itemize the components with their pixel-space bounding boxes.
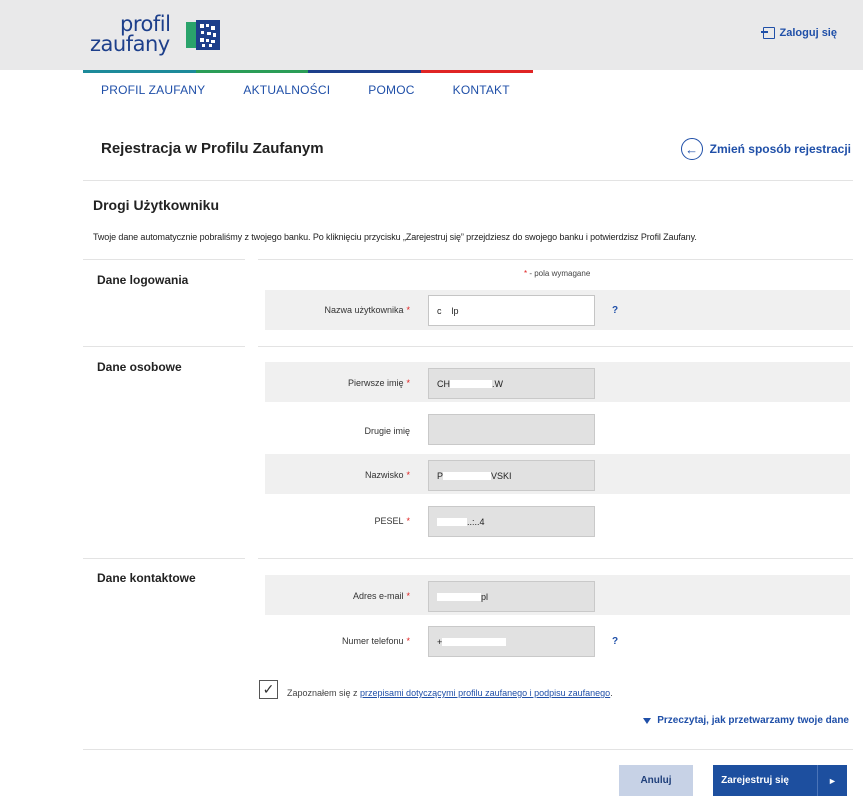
redacted-text: [443, 471, 492, 480]
required-note-text: - pola wymagane: [527, 269, 591, 278]
second-name-label: Drugie imię: [250, 426, 410, 436]
phone-field: +: [428, 626, 595, 657]
color-segment: [308, 70, 421, 73]
surname-field: P VSKI: [428, 460, 595, 491]
logo-mark-icon: [186, 20, 220, 50]
surname-label-text: Nazwisko: [364, 470, 404, 480]
divider: [83, 259, 245, 260]
header-bar: profil zaufany Zaloguj się: [0, 0, 863, 70]
divider: [83, 180, 853, 181]
email-label: Adres e-mail *: [250, 591, 410, 601]
required-star: *: [406, 378, 410, 388]
divider: [258, 259, 853, 260]
second-name-label-text: Drugie imię: [364, 426, 410, 436]
required-star: *: [406, 636, 410, 646]
login-link[interactable]: Zaloguj się: [760, 27, 837, 39]
nav-item-pomoc[interactable]: POMOC: [368, 83, 414, 97]
redacted-text: [450, 379, 492, 388]
username-field[interactable]: c lp: [428, 295, 595, 326]
username-help-icon[interactable]: ?: [612, 305, 618, 316]
login-icon: [760, 27, 775, 39]
email-value-end: pl: [481, 591, 489, 602]
logo-text-zaufany: zaufany: [90, 32, 170, 56]
phone-help-icon[interactable]: ?: [612, 636, 618, 647]
register-label: Zarejestruj się: [721, 775, 789, 786]
color-segment: [83, 70, 196, 73]
redacted-text: [437, 517, 467, 526]
section-label-personal: Dane osobowe: [97, 360, 182, 374]
email-field: pl: [428, 581, 595, 612]
required-star: *: [406, 470, 410, 480]
change-method-label: Zmień sposób rejestracji: [709, 142, 851, 156]
data-processing-link[interactable]: Przeczytaj, jak przetwarzamy twoje dane: [643, 715, 849, 726]
divider: [83, 346, 245, 347]
username-value-end: lp: [451, 305, 459, 316]
pesel-field: ..:..4: [428, 506, 595, 537]
pesel-label-text: PESEL: [374, 516, 404, 526]
phone-label: Numer telefonu *: [250, 636, 410, 646]
arrow-left-icon: ←: [680, 138, 703, 160]
nav-item-aktualnosci[interactable]: AKTUALNOŚCI: [243, 83, 330, 97]
second-name-field: [428, 414, 595, 445]
first-name-value-start: CH: [437, 378, 450, 389]
consent-period: .: [610, 688, 613, 698]
page-title: Rejestracja w Profilu Zaufanym: [101, 140, 324, 157]
nav-item-profil-zaufany[interactable]: PROFIL ZAUFANY: [101, 83, 205, 97]
pesel-label: PESEL *: [250, 516, 410, 526]
section-label-login: Dane logowania: [97, 273, 189, 287]
required-star: *: [406, 591, 410, 601]
cancel-button[interactable]: Anuluj: [619, 765, 693, 796]
divider: [83, 558, 245, 559]
divider: [258, 346, 853, 347]
consent-checkbox[interactable]: ✓: [259, 680, 278, 699]
main-nav: PROFIL ZAUFANY AKTUALNOŚCI POMOC KONTAKT: [101, 83, 510, 97]
pesel-value-end: ..:..4: [467, 516, 485, 527]
phone-label-text: Numer telefonu: [341, 636, 404, 646]
triangle-down-icon: [643, 717, 652, 724]
regulations-link[interactable]: przepisami dotyczącymi profilu zaufanego…: [360, 688, 610, 698]
redacted-text: [442, 637, 507, 646]
first-name-field: CH .W: [428, 368, 595, 399]
email-label-text: Adres e-mail: [352, 591, 404, 601]
redacted-text: [437, 592, 481, 601]
first-name-label-text: Pierwsze imię: [347, 378, 404, 388]
redacted-text: [441, 306, 452, 315]
surname-value-end: VSKI: [491, 470, 512, 481]
change-registration-method-link[interactable]: ← Zmień sposób rejestracji: [680, 138, 851, 160]
username-label-text: Nazwa użytkownika: [324, 305, 404, 315]
section-label-contact: Dane kontaktowe: [97, 571, 196, 585]
register-button[interactable]: Zarejestruj się ►: [713, 765, 847, 796]
surname-label: Nazwisko *: [250, 470, 410, 480]
divider: [83, 749, 853, 750]
brand-color-bar: [83, 70, 533, 73]
greeting-heading: Drogi Użytkowniku: [93, 197, 220, 213]
required-star: *: [406, 305, 410, 315]
divider: [258, 558, 853, 559]
profil-zaufany-logo[interactable]: profil zaufany: [90, 12, 230, 62]
username-label: Nazwa użytkownika *: [250, 305, 410, 315]
first-name-value-end: .W: [492, 378, 503, 389]
required-star: *: [406, 516, 410, 526]
intro-text: Twoje dane automatycznie pobraliśmy z tw…: [93, 232, 697, 242]
play-arrow-icon: ►: [817, 765, 847, 796]
first-name-label: Pierwsze imię *: [250, 378, 410, 388]
consent-label: Zapoznałem się z: [287, 688, 361, 698]
nav-item-kontakt[interactable]: KONTAKT: [453, 83, 510, 97]
consent-text: Zapoznałem się z przepisami dotyczącymi …: [287, 688, 613, 698]
required-note: * - pola wymagane: [524, 269, 590, 278]
color-segment: [195, 70, 308, 73]
login-label: Zaloguj się: [779, 27, 837, 39]
color-segment: [420, 70, 533, 73]
data-processing-label: Przeczytaj, jak przetwarzamy twoje dane: [657, 715, 849, 726]
